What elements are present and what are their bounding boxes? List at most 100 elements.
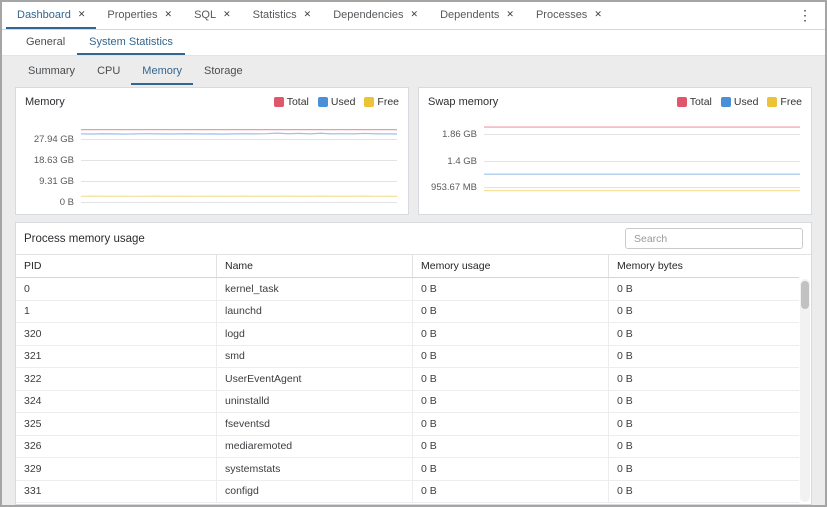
chart-lines <box>484 118 800 202</box>
close-icon[interactable]: ✕ <box>411 10 419 19</box>
table-cell: 0 B <box>412 368 608 390</box>
process-table-title: Process memory usage <box>24 233 145 245</box>
y-axis-tick-label: 953.67 MB <box>431 182 477 193</box>
tab-label: Dashboard <box>17 9 71 21</box>
close-icon[interactable]: ✕ <box>78 10 86 19</box>
main-tab-processes[interactable]: Processes✕ <box>525 2 613 29</box>
stat-tab-cpu[interactable]: CPU <box>86 58 131 85</box>
legend-swatch-icon <box>364 97 374 107</box>
sub-tab-system-statistics[interactable]: System Statistics <box>77 30 185 55</box>
table-cell: 0 B <box>608 458 799 480</box>
process-table-header: Process memory usage <box>16 223 811 254</box>
chart-title: Swap memory <box>428 96 498 108</box>
chart-legend: TotalUsedFree <box>274 96 399 108</box>
legend-item-used: Used <box>318 96 356 108</box>
legend-item-total: Total <box>274 96 309 108</box>
table-cell: 0 B <box>412 323 608 345</box>
process-table-rows: PIDNameMemory usageMemory bytes0kernel_t… <box>16 255 799 503</box>
legend-label: Used <box>734 96 759 108</box>
table-cell: 0 B <box>608 391 799 413</box>
tab-label: Memory <box>142 65 182 77</box>
y-axis-tick-label: 27.94 GB <box>34 134 74 145</box>
chart-header: Swap memoryTotalUsedFree <box>428 94 802 110</box>
main-tab-statistics[interactable]: Statistics ✕ <box>242 2 323 29</box>
chart-header: MemoryTotalUsedFree <box>25 94 399 110</box>
legend-swatch-icon <box>721 97 731 107</box>
table-row[interactable]: 321smd0 B0 B <box>16 346 799 369</box>
main-tab-dependents[interactable]: Dependents✕ <box>429 2 525 29</box>
table-row[interactable]: 324uninstalld0 B0 B <box>16 391 799 414</box>
tab-label: General <box>26 36 65 48</box>
tab-label: Summary <box>28 65 75 77</box>
table-cell: 0 B <box>608 436 799 458</box>
tab-label: Storage <box>204 65 243 77</box>
column-header-memory-bytes[interactable]: Memory bytes <box>608 255 799 277</box>
legend-label: Total <box>287 96 309 108</box>
close-icon[interactable]: ✕ <box>594 10 602 19</box>
search-input[interactable] <box>625 228 803 249</box>
legend-item-free: Free <box>767 96 802 108</box>
table-cell: 0 B <box>608 323 799 345</box>
table-cell: 331 <box>16 481 216 503</box>
gridline: 0 B <box>81 202 397 203</box>
column-header-memory-usage[interactable]: Memory usage <box>412 255 608 277</box>
table-cell: 326 <box>16 436 216 458</box>
table-cell: systemstats <box>216 458 412 480</box>
table-row[interactable]: 320logd0 B0 B <box>16 323 799 346</box>
table-cell: uninstalld <box>216 391 412 413</box>
tab-label: Dependencies <box>333 9 403 21</box>
table-scrollbar[interactable] <box>800 279 810 502</box>
table-cell: 0 B <box>412 346 608 368</box>
y-axis-tick-label: 18.63 GB <box>34 155 74 166</box>
legend-swatch-icon <box>767 97 777 107</box>
table-scrollbar-thumb[interactable] <box>801 281 809 309</box>
table-cell: UserEventAgent <box>216 368 412 390</box>
close-icon[interactable]: ✕ <box>304 10 312 19</box>
legend-item-used: Used <box>721 96 759 108</box>
main-tab-dashboard[interactable]: Dashboard ✕ <box>6 2 96 29</box>
stat-tab-memory[interactable]: Memory <box>131 58 193 85</box>
swap-memory-chart-panel: Swap memoryTotalUsedFree1.86 GB1.4 GB953… <box>418 87 812 215</box>
memory-chart-panel: MemoryTotalUsedFree27.94 GB18.63 GB9.31 … <box>15 87 409 215</box>
y-axis-tick-label: 1.4 GB <box>447 156 477 167</box>
table-cell: launchd <box>216 301 412 323</box>
table-row[interactable]: 325fseventsd0 B0 B <box>16 413 799 436</box>
table-cell: fseventsd <box>216 413 412 435</box>
table-cell: 320 <box>16 323 216 345</box>
table-cell: 324 <box>16 391 216 413</box>
legend-swatch-icon <box>677 97 687 107</box>
table-cell: 0 B <box>608 481 799 503</box>
column-header-name[interactable]: Name <box>216 255 412 277</box>
stat-tab-bar: Summary CPU Memory Storage <box>15 58 812 85</box>
stat-tab-storage[interactable]: Storage <box>193 58 254 85</box>
close-icon[interactable]: ✕ <box>165 10 173 19</box>
table-row[interactable]: 1launchd0 B0 B <box>16 301 799 324</box>
table-cell: 0 B <box>412 301 608 323</box>
pgadmin-window: Dashboard✕Properties✕SQL✕Statistics✕Depe… <box>0 0 827 507</box>
table-cell: 0 B <box>608 368 799 390</box>
close-icon[interactable]: ✕ <box>506 10 514 19</box>
main-tab-sql[interactable]: SQL ✕ <box>183 2 242 29</box>
table-row[interactable]: 0kernel_task0 B0 B <box>16 278 799 301</box>
tab-label: Properties <box>107 9 157 21</box>
tab-label: Statistics <box>253 9 297 21</box>
table-row[interactable]: 329systemstats0 B0 B <box>16 458 799 481</box>
tab-label: SQL <box>194 9 216 21</box>
chart-legend: TotalUsedFree <box>677 96 802 108</box>
table-row[interactable]: 331configd0 B0 B <box>16 481 799 504</box>
stat-tab-summary[interactable]: Summary <box>17 58 86 85</box>
table-row[interactable]: 326mediaremoted0 B0 B <box>16 436 799 459</box>
column-header-pid[interactable]: PID <box>16 255 216 277</box>
table-cell: 325 <box>16 413 216 435</box>
main-tab-dependencies[interactable]: Dependencies ✕ <box>322 2 429 29</box>
table-row[interactable]: 322UserEventAgent0 B0 B <box>16 368 799 391</box>
legend-label: Free <box>780 96 802 108</box>
sub-tab-general[interactable]: General <box>14 30 77 55</box>
table-cell: 0 B <box>608 278 799 300</box>
y-axis-tick-label: 9.31 GB <box>39 176 74 187</box>
table-cell: smd <box>216 346 412 368</box>
main-tab-properties[interactable]: Properties ✕ <box>96 2 183 29</box>
kebab-menu-icon[interactable]: ⋮ <box>789 7 821 24</box>
close-icon[interactable]: ✕ <box>223 10 231 19</box>
series-line-used <box>81 133 397 134</box>
